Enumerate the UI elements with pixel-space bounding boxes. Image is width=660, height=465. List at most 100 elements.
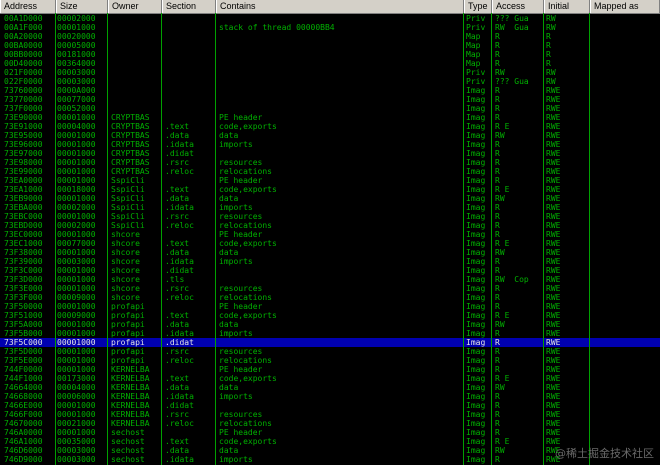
table-row[interactable]: 00A1F000 00001000 stack of thread 00000BB4… [0, 23, 660, 32]
table-row[interactable]: 73E99000 00001000 CRYPTBAS .reloc relocation… [0, 167, 660, 176]
cell-owner: CRYPTBAS [111, 131, 150, 140]
cell-section: .rsrc [165, 284, 190, 293]
column-header-type[interactable]: Type [464, 0, 492, 13]
column-divider [55, 13, 56, 465]
cell-contains [219, 338, 459, 347]
cell-owner: KERNELBA [111, 419, 150, 428]
table-row[interactable]: 73770000 00077000 Imag R RWE [0, 95, 660, 104]
table-row[interactable]: 73E96000 00001000 CRYPTBAS .idata imports Ima… [0, 140, 660, 149]
cell-access: R [495, 95, 500, 104]
table-row[interactable]: 00BA0000 00005000 Map R R [0, 41, 660, 50]
table-row[interactable]: 74664000 00004000 KERNELBA .data data Imag RW R… [0, 383, 660, 392]
cell-section [165, 104, 213, 113]
cell-section: .rsrc [165, 212, 190, 221]
cell-owner: sechost [111, 437, 145, 446]
table-row[interactable]: 73E98000 00001000 CRYPTBAS .rsrc resources Im… [0, 158, 660, 167]
table-row[interactable]: 73EBD000 00002000 SspiCli .reloc relocations… [0, 221, 660, 230]
table-row[interactable]: 73F3D000 00001000 shcore .tls Imag RW Cop RWE [0, 275, 660, 284]
table-row[interactable]: 73F3C000 00001000 shcore .didat Imag R RWE [0, 266, 660, 275]
table-row[interactable]: 73EB9000 00001000 SspiCli .data data Imag RW RW… [0, 194, 660, 203]
table-row[interactable]: 00BB0000 00181000 Map R R [0, 50, 660, 59]
table-row[interactable]: 021F0000 00003000 Priv RW RW [0, 68, 660, 77]
column-header-contains[interactable]: Contains [216, 0, 464, 13]
table-row[interactable]: 73EC1000 00077000 shcore .text code,exports I… [0, 239, 660, 248]
table-row[interactable]: 73EC0000 00001000 shcore PE header Imag R RWE [0, 230, 660, 239]
table-row[interactable]: 7466F000 00001000 KERNELBA .rsrc resources Im… [0, 410, 660, 419]
cell-size: 00001000 [57, 176, 96, 185]
cell-owner: profapi [111, 329, 145, 338]
cell-type: Imag [466, 437, 486, 446]
table-row[interactable]: 73F51000 00009000 profapi .text code,exports… [0, 311, 660, 320]
table-row[interactable]: 73EBA000 00002000 SspiCli .idata imports Imag… [0, 203, 660, 212]
column-header-size[interactable]: Size [56, 0, 108, 13]
cell-size: 00001000 [57, 365, 96, 374]
table-row[interactable]: 73F3E000 00001000 shcore .rsrc resources Imag… [0, 284, 660, 293]
column-header-initial[interactable]: Initial [544, 0, 590, 13]
cell-address: 73F5C000 [4, 338, 43, 347]
table-row[interactable]: 73EA0000 00001000 SspiCli PE header Imag R RWE [0, 176, 660, 185]
column-header-mapped-as[interactable]: Mapped as [590, 0, 660, 13]
column-header-section[interactable]: Section [162, 0, 216, 13]
cell-contains: PE header [219, 113, 263, 122]
table-row[interactable]: 73F5C000 00001000 profapi .didat Imag R RWE [0, 338, 660, 347]
table-row[interactable]: 00D40000 00364000 Map R R [0, 59, 660, 68]
cell-access: R [495, 347, 500, 356]
cell-size: 00021000 [57, 419, 96, 428]
table-row[interactable]: 73F5A000 00001000 profapi .data data Imag RW RW… [0, 320, 660, 329]
table-row[interactable]: 73EA1000 00018000 SspiCli .text code,exports… [0, 185, 660, 194]
table-row[interactable]: 73F39000 00003000 shcore .idata imports Imag R… [0, 257, 660, 266]
cell-contains: code,exports [219, 122, 277, 131]
cell-size: 00077000 [57, 95, 96, 104]
cell-owner: shcore [111, 257, 140, 266]
cell-type: Imag [466, 167, 486, 176]
table-row[interactable]: 744F0000 00001000 KERNELBA PE header Imag R RW… [0, 365, 660, 374]
column-header-owner[interactable]: Owner [108, 0, 162, 13]
cell-access: R [495, 419, 500, 428]
cell-address: 73E98000 [4, 158, 43, 167]
cell-owner: shcore [111, 266, 140, 275]
cell-contains: data [219, 194, 239, 203]
cell-initial: RWE [546, 185, 561, 194]
cell-access: RW [495, 248, 505, 257]
cell-contains: data [219, 320, 239, 329]
watermark: @稀土掘金技术社区 [555, 447, 654, 460]
cell-section: .didat [165, 149, 194, 158]
table-row[interactable]: 7466E000 00001000 KERNELBA .didat Imag R RWE [0, 401, 660, 410]
table-row[interactable]: 744F1000 00173000 KERNELBA .text code,export… [0, 374, 660, 383]
cell-initial: RWE [546, 383, 561, 392]
cell-section: .reloc [165, 356, 194, 365]
table-row[interactable]: 73F5E000 00001000 profapi .reloc relocations… [0, 356, 660, 365]
table-row[interactable]: 00A1D000 00002000 Priv ??? Gua RW [0, 14, 660, 23]
cell-initial: RW [546, 23, 556, 32]
table-row[interactable]: 73E91000 00004000 CRYPTBAS .text code,export… [0, 122, 660, 131]
table-row[interactable]: 73F5B000 00001000 profapi .idata imports Imag… [0, 329, 660, 338]
cell-initial: RWE [546, 419, 561, 428]
table-row[interactable]: 737F0000 00052000 Imag R RWE [0, 104, 660, 113]
table-row[interactable]: 746A0000 00001000 sechost PE header Imag R RWE [0, 428, 660, 437]
cell-owner: SspiCli [111, 194, 145, 203]
cell-section: .rsrc [165, 158, 190, 167]
column-divider [161, 13, 162, 465]
table-row[interactable]: 00A20000 00020000 Map R R [0, 32, 660, 41]
table-row[interactable]: 73EBC000 00001000 SspiCli .rsrc resources Ima… [0, 212, 660, 221]
cell-type: Imag [466, 356, 486, 365]
cell-access: R [495, 158, 500, 167]
table-row[interactable]: 022F0000 00003000 Priv ??? Gua RW [0, 77, 660, 86]
table-row[interactable]: 73F3F000 00009000 shcore .reloc relocations I… [0, 293, 660, 302]
table-row[interactable]: 73760000 0000A000 Imag R RWE [0, 86, 660, 95]
cell-owner: profapi [111, 311, 145, 320]
cell-type: Imag [466, 419, 486, 428]
cell-section: .tls [165, 275, 185, 284]
table-row[interactable]: 74668000 00006000 KERNELBA .idata imports Ima… [0, 392, 660, 401]
table-row[interactable]: 73E97000 00001000 CRYPTBAS .didat Imag R RWE [0, 149, 660, 158]
table-row[interactable]: 73F38000 00001000 shcore .data data Imag RW RWE [0, 248, 660, 257]
table-row[interactable]: 74670000 00021000 KERNELBA .reloc relocation… [0, 419, 660, 428]
cell-address: 73F3F000 [4, 293, 43, 302]
table-row[interactable]: 73E90000 00001000 CRYPTBAS PE header Imag R RW… [0, 113, 660, 122]
table-row[interactable]: 73F5D000 00001000 profapi .rsrc resources Ima… [0, 347, 660, 356]
table-row[interactable]: 73F50000 00001000 profapi PE header Imag R RWE [0, 302, 660, 311]
table-row[interactable]: 73E95000 00001000 CRYPTBAS .data data Imag RW R… [0, 131, 660, 140]
cell-section: .rsrc [165, 410, 190, 419]
column-header-address[interactable]: Address [0, 0, 56, 13]
column-header-access[interactable]: Access [492, 0, 544, 13]
